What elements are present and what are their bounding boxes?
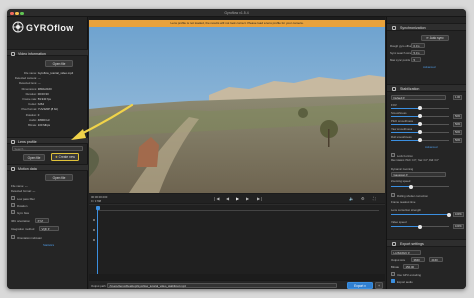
tutorial-arrow-icon bbox=[71, 103, 134, 140]
app-window: Gyroflow v1.5.4 GYROflow Video informati… bbox=[7, 9, 466, 289]
